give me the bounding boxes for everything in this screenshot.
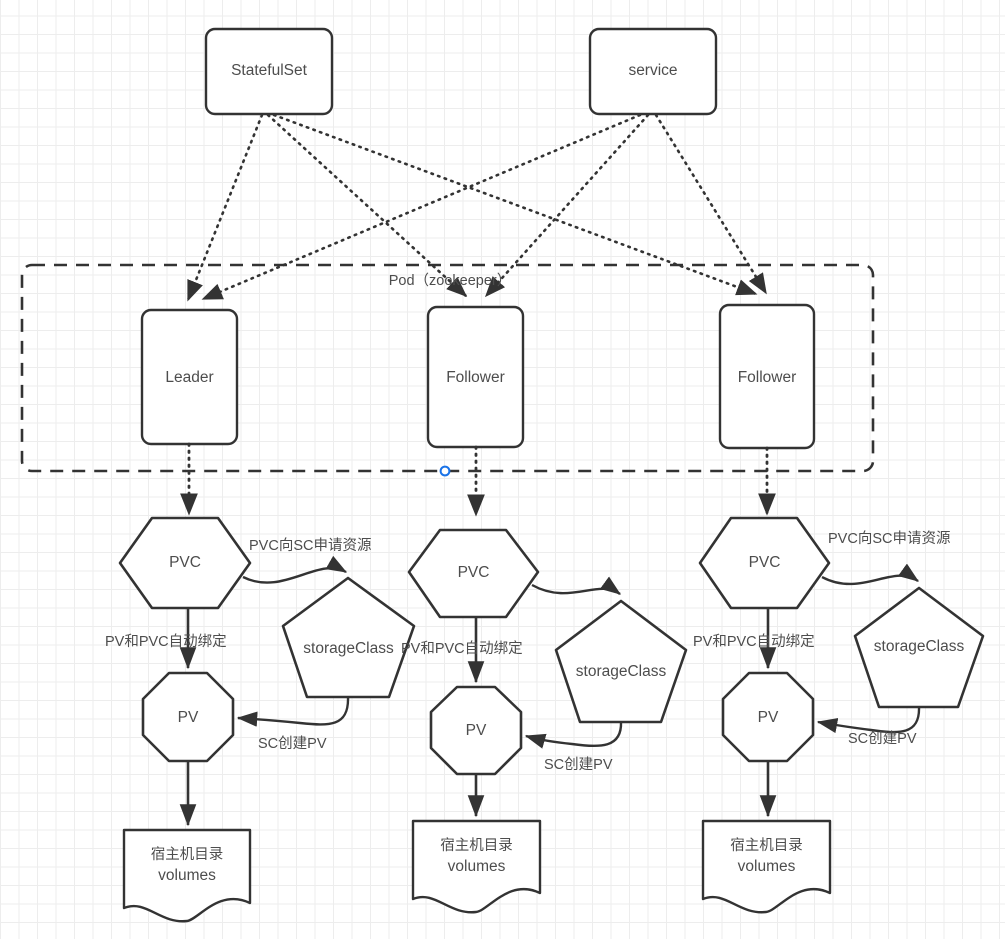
pvc-left-hexagon[interactable] xyxy=(118,516,252,610)
edge-statefulset-follower-mid xyxy=(266,113,468,298)
edge-sc-right-to-pv xyxy=(816,706,921,734)
service-box[interactable] xyxy=(588,27,718,116)
volume-left-document[interactable] xyxy=(122,828,252,923)
volume-right-document[interactable] xyxy=(701,819,832,914)
leader-box[interactable] xyxy=(140,308,239,446)
pvc-right-hexagon[interactable] xyxy=(698,516,831,610)
edge-service-follower-mid xyxy=(484,113,650,298)
edge-sc-left-to-pv xyxy=(236,696,350,727)
volume-mid-document[interactable] xyxy=(411,819,542,914)
storageclass-left-pentagon[interactable] xyxy=(281,576,416,699)
edge-pvc-right-to-sc xyxy=(821,563,919,586)
diagram-canvas: StatefulSet service Pod（zookeeper） Leade… xyxy=(0,0,1005,939)
pvc-mid-hexagon[interactable] xyxy=(407,528,540,619)
edge-endpoint-handle[interactable] xyxy=(439,465,451,477)
storageclass-mid-pentagon[interactable] xyxy=(554,599,688,724)
edge-pvc-left-to-sc xyxy=(242,555,348,584)
follower-mid-box[interactable] xyxy=(426,305,525,449)
pv-left-octagon[interactable] xyxy=(141,671,235,763)
edge-statefulset-leader xyxy=(186,113,264,302)
edge-statefulset-follower-right xyxy=(272,113,758,296)
edge-service-leader xyxy=(201,113,642,301)
edge-sc-mid-to-pv xyxy=(524,721,623,749)
edge-pvc-mid-to-sc xyxy=(531,576,621,596)
pv-mid-octagon[interactable] xyxy=(429,685,523,776)
pv-right-octagon[interactable] xyxy=(721,671,815,763)
diagram-shapes xyxy=(20,27,985,923)
statefulset-box[interactable] xyxy=(204,27,334,116)
storageclass-right-pentagon[interactable] xyxy=(853,586,985,709)
follower-right-box[interactable] xyxy=(718,303,816,450)
